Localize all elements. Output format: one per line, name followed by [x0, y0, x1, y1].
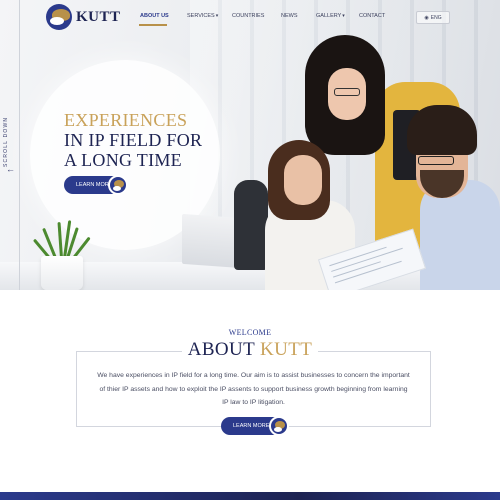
- about-title: ABOUT KUTT: [181, 339, 319, 361]
- nav-item-services[interactable]: SERVICES ▾: [187, 13, 218, 19]
- nav-label: COUNTRIES: [232, 13, 265, 19]
- nav-label: CONTACT: [359, 13, 386, 19]
- person-seated-face: [284, 155, 322, 205]
- nav-item-countries[interactable]: COUNTRIES: [232, 13, 264, 19]
- chevron-down-icon: ▾: [215, 13, 219, 19]
- about-kicker: WELCOME: [228, 328, 272, 337]
- nav-label: NEWS: [281, 13, 298, 19]
- hero-heading-line1: EXPERIENCES: [64, 110, 188, 130]
- about-learn-more-button[interactable]: LEARN MORE: [221, 416, 289, 436]
- about-description: We have experiences in IP field for a lo…: [97, 372, 410, 406]
- about-title-wrap: ABOUT KUTT: [0, 339, 500, 361]
- globe-icon: ◉: [424, 14, 429, 21]
- person-standing-glasses: [334, 88, 360, 96]
- office-chair-image: [234, 180, 268, 270]
- language-selector[interactable]: ◉ ENG: [416, 11, 450, 24]
- nav-item-gallery[interactable]: GALLERY ▾: [316, 13, 345, 19]
- hero-heading-line2: IN IP FIELD FOR: [64, 130, 203, 150]
- arrow-left-icon[interactable]: ←: [6, 164, 16, 174]
- hero-learn-more-button[interactable]: LEARN MORE: [64, 175, 128, 195]
- logo-icon: [108, 175, 128, 195]
- hero-banner: EXPERIENCES IN IP FIELD FOR A LONG TIME …: [0, 0, 500, 290]
- laptop-image: [182, 213, 242, 269]
- logo-text: KUTT: [76, 8, 121, 25]
- hero-heading-line3: A LONG TIME: [64, 150, 182, 170]
- footer-strip: [0, 492, 500, 500]
- nav-item-contact[interactable]: CONTACT: [359, 13, 385, 19]
- about-title-part1: ABOUT: [187, 339, 260, 360]
- nav-item-news[interactable]: NEWS: [281, 13, 298, 19]
- scroll-sidebar-line: [19, 0, 20, 290]
- logo-icon: [269, 416, 289, 436]
- nav-active-underline: [139, 24, 167, 26]
- plant-leaf: [57, 221, 63, 259]
- nav-label: SERVICES: [187, 13, 215, 19]
- site-logo[interactable]: KUTT: [46, 4, 121, 30]
- person-right-glasses: [418, 156, 454, 165]
- about-learn-more-label: LEARN MORE: [233, 423, 270, 429]
- person-right-hair: [407, 105, 477, 155]
- language-label: ENG: [430, 14, 442, 21]
- plant-pot-image: [41, 256, 83, 290]
- nav-item-about-us[interactable]: ABOUT US: [140, 13, 169, 19]
- logo-icon: [46, 4, 72, 30]
- nav-label: GALLERY: [316, 13, 342, 19]
- nav-label: ABOUT US: [140, 13, 169, 19]
- about-title-part2: KUTT: [259, 339, 313, 360]
- chevron-down-icon: ▾: [342, 13, 345, 19]
- hero-learn-more-label: LEARN MORE: [76, 182, 113, 188]
- scroll-down-label[interactable]: SCROLL DOWN: [3, 112, 19, 172]
